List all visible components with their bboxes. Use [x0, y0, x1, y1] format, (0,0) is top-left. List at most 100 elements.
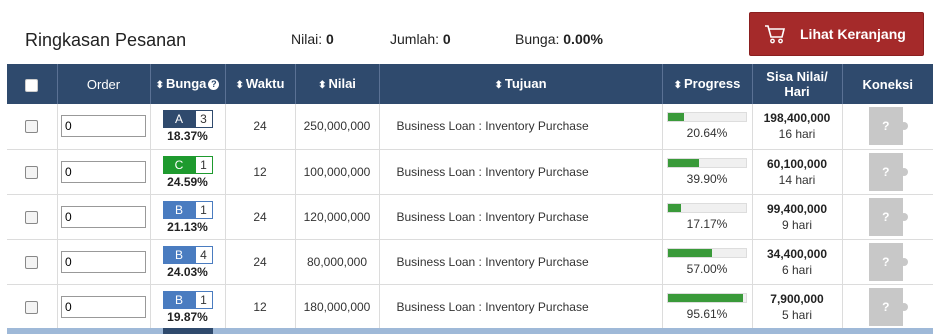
- bunga-value: 0.00%: [563, 31, 603, 47]
- waktu-cell: 24: [225, 239, 296, 284]
- puzzle-icon[interactable]: ?: [868, 242, 908, 281]
- summary-nilai: Nilai: 0: [291, 31, 334, 47]
- row-checkbox[interactable]: [25, 120, 39, 134]
- row-select-cell: [7, 149, 58, 194]
- sisa-cell: 198,400,000 16 hari: [752, 104, 843, 149]
- koneksi-cell: ?: [842, 194, 933, 239]
- connection-unknown: ?: [868, 197, 903, 236]
- puzzle-icon[interactable]: ?: [868, 197, 908, 236]
- progress-fill: [668, 248, 713, 257]
- sisa-cell: 99,400,000 9 hari: [752, 194, 843, 239]
- order-amount-input[interactable]: [61, 250, 146, 273]
- progress-cell: 20.64%: [662, 104, 753, 149]
- nilai-cell: 250,000,000: [295, 104, 380, 149]
- progress-cell: 17.17%: [662, 194, 753, 239]
- row-select-cell: [7, 194, 58, 239]
- progress-bar: [667, 247, 747, 258]
- table-row: B 1 19.87% 12 180,000,000 Business Loan …: [7, 284, 933, 329]
- header-select-all[interactable]: [7, 64, 58, 104]
- table-row: B 1 21.13% 24 120,000,000 Business Loan …: [7, 194, 933, 239]
- order-cell: [57, 149, 151, 194]
- row-checkbox[interactable]: [25, 210, 39, 224]
- order-cell: [57, 284, 151, 329]
- progress-bar: [667, 157, 747, 168]
- row-select-cell: [7, 239, 58, 284]
- table-row: B 4 24.03% 24 80,000,000 Business Loan :…: [7, 239, 933, 284]
- help-icon[interactable]: ?: [208, 78, 220, 90]
- order-amount-input[interactable]: [61, 115, 146, 138]
- koneksi-cell: ?: [842, 239, 933, 284]
- interest-rate: 19.87%: [167, 309, 208, 324]
- sort-icon: ⬍: [673, 79, 682, 91]
- koneksi-cell: ?: [842, 104, 933, 149]
- grade-letter: C: [163, 156, 195, 173]
- order-cell: [57, 194, 151, 239]
- sisa-cell: 7,900,000 5 hari: [752, 284, 843, 329]
- table-header: Order ⬍ Bunga? ⬍ Waktu ⬍ Nilai ⬍ Tujuan ⬍ Pro…: [7, 64, 933, 104]
- header-progress[interactable]: ⬍ Progress: [662, 64, 753, 104]
- grade-badge-peek: [163, 328, 213, 334]
- bunga-cell: B 1 19.87%: [150, 284, 226, 329]
- progress-cell: 95.61%: [662, 284, 753, 329]
- waktu-cell: 24: [225, 104, 296, 149]
- remaining-days: 6 hari: [781, 262, 813, 277]
- view-cart-button[interactable]: Lihat Keranjang: [749, 12, 924, 56]
- interest-rate: 18.37%: [167, 129, 208, 144]
- progress-text: 17.17%: [686, 216, 728, 231]
- waktu-cell: 12: [225, 149, 296, 194]
- remaining-value: 7,900,000: [770, 291, 824, 306]
- nilai-value: 0: [326, 31, 334, 47]
- jumlah-label: Jumlah:: [390, 31, 440, 47]
- header-koneksi: Koneksi: [862, 76, 914, 92]
- puzzle-icon[interactable]: ?: [868, 287, 908, 326]
- grade-badge: B 1: [162, 200, 213, 219]
- grade-badge: A 3: [162, 110, 213, 129]
- progress-fill: [668, 113, 685, 122]
- interest-rate: 24.59%: [167, 174, 208, 189]
- header-sisa: Sisa Nilai/Hari: [752, 64, 843, 104]
- remaining-days: 14 hari: [778, 172, 816, 187]
- progress-text: 95.61%: [686, 306, 728, 321]
- summary-title: Ringkasan Pesanan: [25, 30, 187, 50]
- connection-unknown: ?: [868, 152, 903, 191]
- tujuan-cell: Business Loan : Inventory Purchase: [379, 284, 663, 329]
- progress-text: 39.90%: [686, 171, 728, 186]
- puzzle-icon[interactable]: ?: [868, 107, 908, 146]
- tujuan-cell: Business Loan : Inventory Purchase: [379, 149, 663, 194]
- tujuan-cell: Business Loan : Inventory Purchase: [379, 239, 663, 284]
- bunga-label: Bunga:: [515, 31, 560, 47]
- grade-number: 3: [194, 111, 212, 128]
- nilai-label: Nilai:: [291, 31, 323, 47]
- loan-table: Order ⬍ Bunga? ⬍ Waktu ⬍ Nilai ⬍ Tujuan ⬍ Pro…: [7, 64, 933, 330]
- order-cell: [57, 239, 151, 284]
- progress-cell: 39.90%: [662, 149, 753, 194]
- connection-unknown: ?: [868, 242, 903, 281]
- header-tujuan[interactable]: ⬍ Tujuan: [379, 64, 663, 104]
- puzzle-icon[interactable]: ?: [868, 152, 908, 191]
- table-row: C 1 24.59% 12 100,000,000 Business Loan …: [7, 149, 933, 194]
- header-nilai[interactable]: ⬍ Nilai: [295, 64, 380, 104]
- jumlah-value: 0: [442, 31, 451, 47]
- sisa-cell: 34,400,000 6 hari: [752, 239, 843, 284]
- sort-icon: ⬍: [318, 79, 327, 91]
- order-amount-input[interactable]: [61, 160, 146, 183]
- order-amount-input[interactable]: [61, 205, 146, 228]
- header-bunga[interactable]: ⬍ Bunga?: [150, 64, 226, 104]
- header-waktu[interactable]: ⬍ Waktu: [225, 64, 296, 104]
- order-summary: Ringkasan Pesanan Nilai: 0 Jumlah: 0 Bun…: [7, 0, 933, 64]
- next-row-peek: [7, 328, 933, 334]
- order-amount-input[interactable]: [61, 295, 146, 318]
- sort-icon: ⬍: [494, 79, 503, 91]
- waktu-cell: 12: [225, 284, 296, 329]
- connection-unknown: ?: [868, 287, 903, 326]
- row-checkbox[interactable]: [25, 255, 39, 269]
- select-all-checkbox[interactable]: [25, 78, 39, 92]
- remaining-days: 5 hari: [781, 307, 813, 322]
- grade-letter: A: [163, 111, 195, 128]
- row-checkbox[interactable]: [25, 300, 39, 314]
- remaining-value: 34,400,000: [766, 246, 828, 261]
- row-checkbox[interactable]: [25, 165, 39, 179]
- connection-unknown: ?: [868, 107, 903, 146]
- sort-icon: ⬍: [235, 79, 244, 91]
- row-select-cell: [7, 104, 58, 149]
